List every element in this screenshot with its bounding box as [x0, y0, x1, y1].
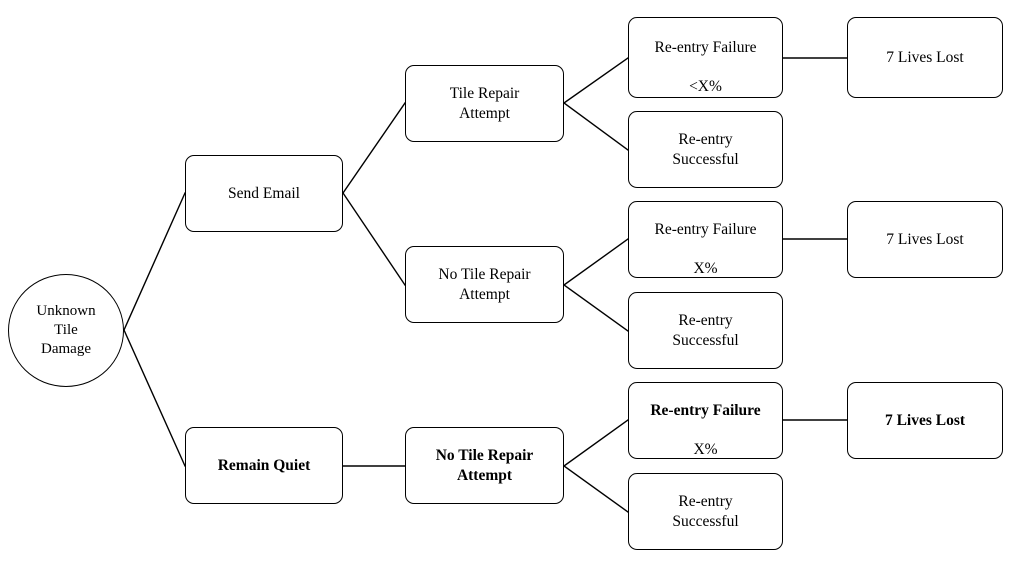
edge-root-to-send-email — [123, 192, 186, 331]
node-no-tile-repair-attempt-lower[interactable]: No Tile Repair Attempt — [405, 427, 564, 504]
node-unknown-tile-damage[interactable]: Unknown Tile Damage — [8, 274, 124, 387]
edge-no-tile-repair-lower-to-failure — [563, 419, 629, 467]
node-label: Re-entry Failure X% — [650, 201, 760, 279]
node-lives-lost-3[interactable]: 7 Lives Lost — [847, 382, 1003, 459]
node-label: Re-entry Failure <X% — [650, 19, 760, 97]
node-label-line1: Re-entry Failure — [650, 402, 761, 420]
node-label: Re-entry Failure X% — [646, 382, 764, 460]
edge-send-email-to-tile-repair — [342, 102, 406, 194]
node-label: Re-entry Successful — [672, 131, 739, 168]
node-label: Re-entry Successful — [672, 493, 739, 530]
node-label: Tile Repair Attempt — [449, 85, 520, 122]
node-label: 7 Lives Lost — [884, 411, 966, 429]
node-label: 7 Lives Lost — [886, 230, 964, 248]
node-no-tile-repair-attempt-upper[interactable]: No Tile Repair Attempt — [405, 246, 564, 323]
node-lives-lost-1[interactable]: 7 Lives Lost — [847, 17, 1003, 98]
edge-no-tile-repair-to-success — [563, 284, 629, 332]
node-send-email[interactable]: Send Email — [185, 155, 343, 232]
node-label-line1: Re-entry Failure — [654, 221, 757, 239]
node-reentry-failure-x-mid[interactable]: Re-entry Failure X% — [628, 201, 783, 278]
node-reentry-failure-lt-x[interactable]: Re-entry Failure <X% — [628, 17, 783, 98]
decision-tree-diagram: Unknown Tile Damage Send Email Remain Qu… — [0, 0, 1011, 568]
node-label: Re-entry Successful — [672, 312, 739, 349]
edge-send-email-to-no-tile-repair — [342, 192, 406, 286]
edge-no-tile-repair-to-failure — [563, 238, 629, 286]
edge-tile-repair-to-success — [563, 102, 629, 151]
node-label-line1: Re-entry Failure — [654, 39, 757, 57]
node-label: 7 Lives Lost — [886, 48, 964, 66]
node-label: No Tile Repair Attempt — [435, 447, 534, 484]
node-remain-quiet[interactable]: Remain Quiet — [185, 427, 343, 504]
node-label-line2: <X% — [689, 77, 722, 95]
node-label-line2: X% — [693, 259, 718, 277]
node-label-line2: X% — [693, 440, 718, 458]
node-label: Send Email — [228, 184, 300, 202]
node-label: Remain Quiet — [217, 456, 311, 474]
edge-no-tile-repair-lower-to-success — [563, 465, 629, 513]
node-reentry-failure-x-bottom[interactable]: Re-entry Failure X% — [628, 382, 783, 459]
node-tile-repair-attempt[interactable]: Tile Repair Attempt — [405, 65, 564, 142]
edge-root-to-remain-quiet — [123, 329, 186, 467]
node-reentry-successful-3[interactable]: Re-entry Successful — [628, 473, 783, 550]
edge-tile-repair-to-failure — [563, 57, 629, 104]
node-reentry-successful-2[interactable]: Re-entry Successful — [628, 292, 783, 369]
node-label: No Tile Repair Attempt — [438, 266, 531, 303]
node-label: Unknown Tile Damage — [36, 302, 96, 358]
node-reentry-successful-1[interactable]: Re-entry Successful — [628, 111, 783, 188]
node-lives-lost-2[interactable]: 7 Lives Lost — [847, 201, 1003, 278]
